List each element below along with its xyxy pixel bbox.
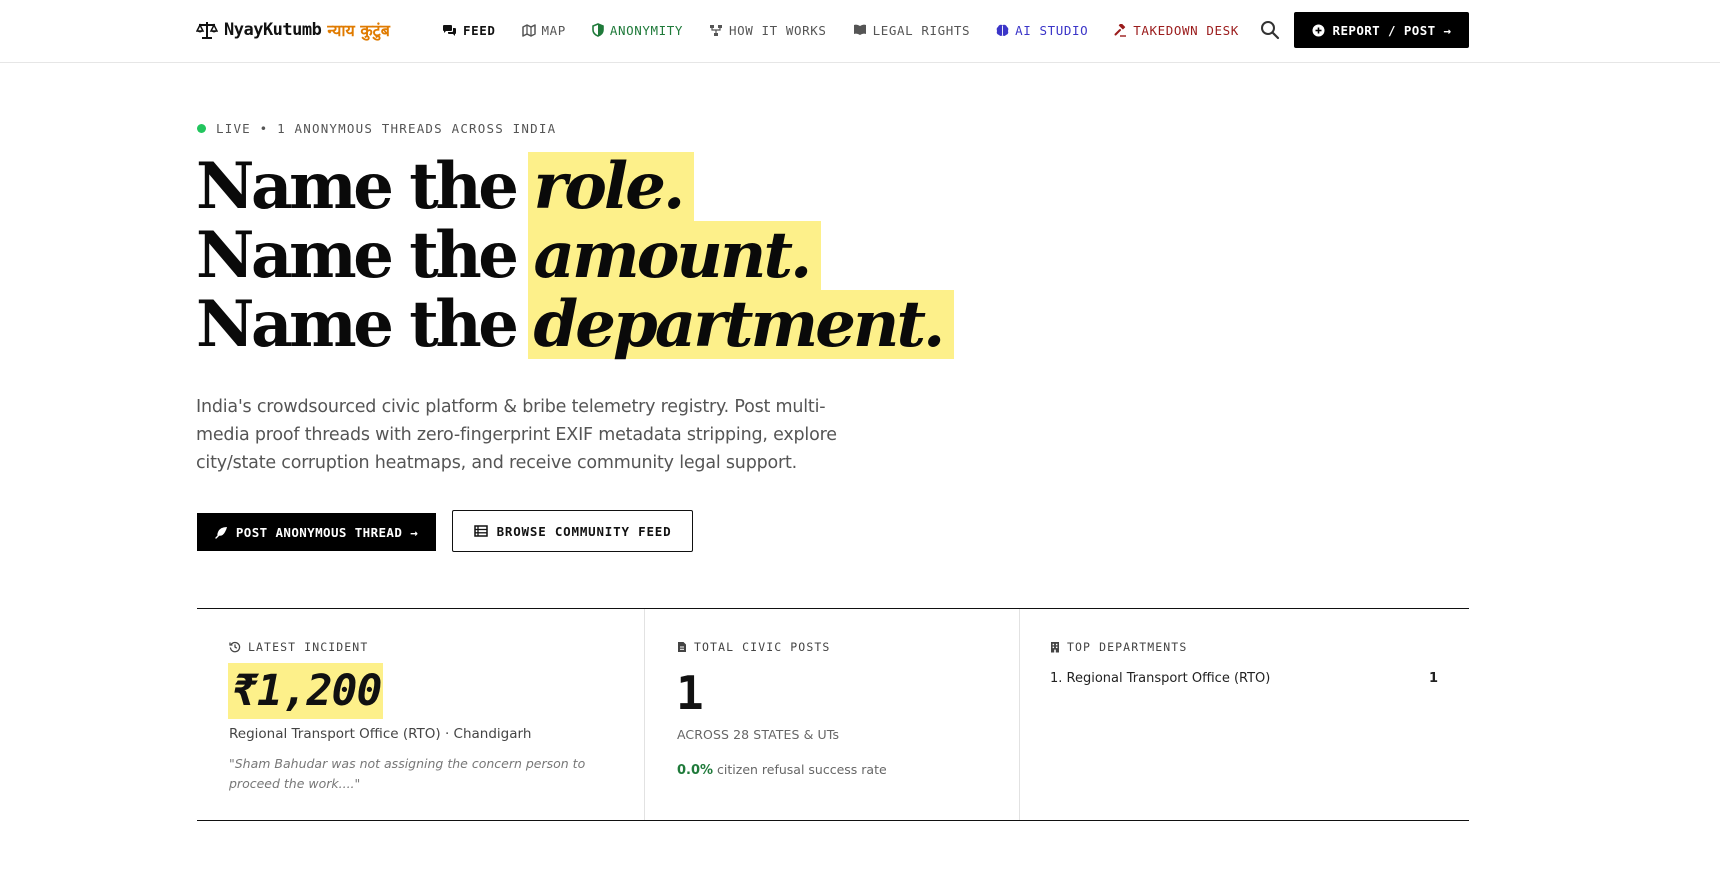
top-departments-card: TOP DEPARTMENTS 1. Regional Transport Of… — [1020, 609, 1469, 820]
headline-static: Name the — [196, 149, 519, 224]
latest-incident-quote: "Sham Bahudar was not assigning the conc… — [229, 756, 586, 791]
report-post-button[interactable]: REPORT / POST → — [1294, 12, 1469, 48]
headline-line: Name the amount. — [196, 218, 1096, 293]
gavel-icon — [1114, 23, 1127, 37]
latest-incident-card[interactable]: LATEST INCIDENT ₹1,200 Regional Transpor… — [197, 609, 645, 820]
map-icon — [521, 23, 536, 37]
headline-line: Name the department. — [196, 287, 1096, 362]
live-status-text: LIVE • 1 ANONYMOUS THREADS ACROSS INDIA — [216, 121, 557, 136]
nav-takedown-desk[interactable]: TAKEDOWN DESK — [1114, 23, 1239, 38]
feather-icon — [215, 526, 227, 539]
live-status: LIVE • 1 ANONYMOUS THREADS ACROSS INDIA — [197, 121, 556, 136]
latest-incident-heading: LATEST INCIDENT — [229, 640, 368, 654]
total-civic-posts-subtitle: ACROSS 28 STATES & UTs — [677, 727, 840, 742]
nav-map-label: MAP — [541, 22, 566, 38]
nav-how-it-works-label: HOW IT WORKS — [729, 22, 827, 38]
headline-static: Name the — [196, 218, 519, 293]
latest-incident-location: Regional Transport Office (RTO) · Chandi… — [229, 726, 532, 742]
list-icon — [473, 525, 488, 537]
refusal-rate: 0.0% citizen refusal success rate — [677, 762, 887, 778]
refusal-rate-text: citizen refusal success rate — [717, 762, 887, 777]
headline-line: Name the role. — [196, 149, 1096, 224]
nav-legal-rights[interactable]: LEGAL RIGHTS — [853, 23, 971, 38]
live-dot-icon — [197, 124, 206, 133]
nav-legal-rights-label: LEGAL RIGHTS — [872, 22, 971, 38]
refusal-rate-value: 0.0% — [677, 763, 714, 778]
brand-hindi-name: न्याय कुटुंब — [327, 21, 390, 40]
nav-ai-studio[interactable]: AI STUDIO — [996, 23, 1088, 38]
scales-icon — [196, 22, 218, 39]
headline-highlight: department. — [527, 290, 955, 359]
nav-feed-label: FEED — [463, 22, 496, 38]
total-civic-posts-label: TOTAL CIVIC POSTS — [694, 640, 831, 654]
top-departments-label: TOP DEPARTMENTS — [1067, 640, 1188, 654]
nav-feed[interactable]: FEED — [442, 23, 496, 38]
shield-icon — [592, 23, 604, 37]
chat-bubbles-icon — [443, 24, 456, 36]
headline-highlight: role. — [527, 152, 695, 221]
flow-nodes-icon — [710, 24, 723, 36]
nav-map[interactable]: MAP — [521, 22, 566, 38]
nav-takedown-desk-label: TAKEDOWN DESK — [1133, 22, 1239, 38]
nav-how-it-works[interactable]: HOW IT WORKS — [709, 23, 827, 38]
stats-panel: LATEST INCIDENT ₹1,200 Regional Transpor… — [197, 608, 1469, 821]
hero-headline: Name the role. Name the amount. Name the… — [196, 149, 1096, 362]
nav-ai-studio-label: AI STUDIO — [1015, 22, 1089, 38]
top-nav: NyayKutumb न्याय कुटुंब FEED MAP ANONYMI… — [0, 0, 1720, 63]
post-anonymous-thread-label: POST ANONYMOUS THREAD → — [235, 524, 419, 540]
search-icon — [1261, 21, 1280, 40]
list-item[interactable]: 1. Regional Transport Office (RTO) 1 — [1050, 671, 1438, 686]
report-post-label: REPORT / POST → — [1332, 22, 1452, 38]
top-departments-heading: TOP DEPARTMENTS — [1050, 640, 1187, 654]
brain-icon — [996, 24, 1009, 36]
nav-anonymity-label: ANONYMITY — [609, 22, 684, 38]
building-icon — [1051, 642, 1059, 653]
department-name: 1. Regional Transport Office (RTO) — [1050, 671, 1271, 686]
department-count: 1 — [1428, 671, 1438, 686]
history-icon — [229, 641, 241, 653]
brand-logo[interactable]: NyayKutumb न्याय कुटुंब — [196, 17, 390, 43]
post-anonymous-thread-button[interactable]: POST ANONYMOUS THREAD → — [197, 513, 436, 551]
nav-links: FEED MAP ANONYMITY HOW IT WORKS LEGAL RI… — [442, 18, 1265, 42]
nav-anonymity[interactable]: ANONYMITY — [592, 23, 683, 38]
browse-community-feed-button[interactable]: BROWSE COMMUNITY FEED — [452, 510, 693, 552]
total-civic-posts-value: 1 — [676, 666, 704, 720]
search-button[interactable] — [1259, 19, 1281, 41]
hero-subtitle: India's crowdsourced civic platform & br… — [196, 397, 837, 473]
headline-highlight: amount. — [527, 221, 822, 290]
headline-static: Name the — [196, 287, 519, 362]
latest-incident-label: LATEST INCIDENT — [248, 640, 369, 654]
book-icon — [853, 24, 866, 35]
latest-incident-amount: ₹1,200 — [228, 663, 384, 719]
brand-name: NyayKutumb — [224, 20, 322, 40]
total-civic-posts-heading: TOTAL CIVIC POSTS — [677, 640, 830, 654]
plus-circle-icon — [1312, 24, 1325, 36]
total-civic-posts-card: TOTAL CIVIC POSTS 1 ACROSS 28 STATES & U… — [645, 609, 1020, 820]
browse-community-feed-label: BROWSE COMMUNITY FEED — [496, 523, 672, 539]
document-icon — [678, 642, 686, 652]
